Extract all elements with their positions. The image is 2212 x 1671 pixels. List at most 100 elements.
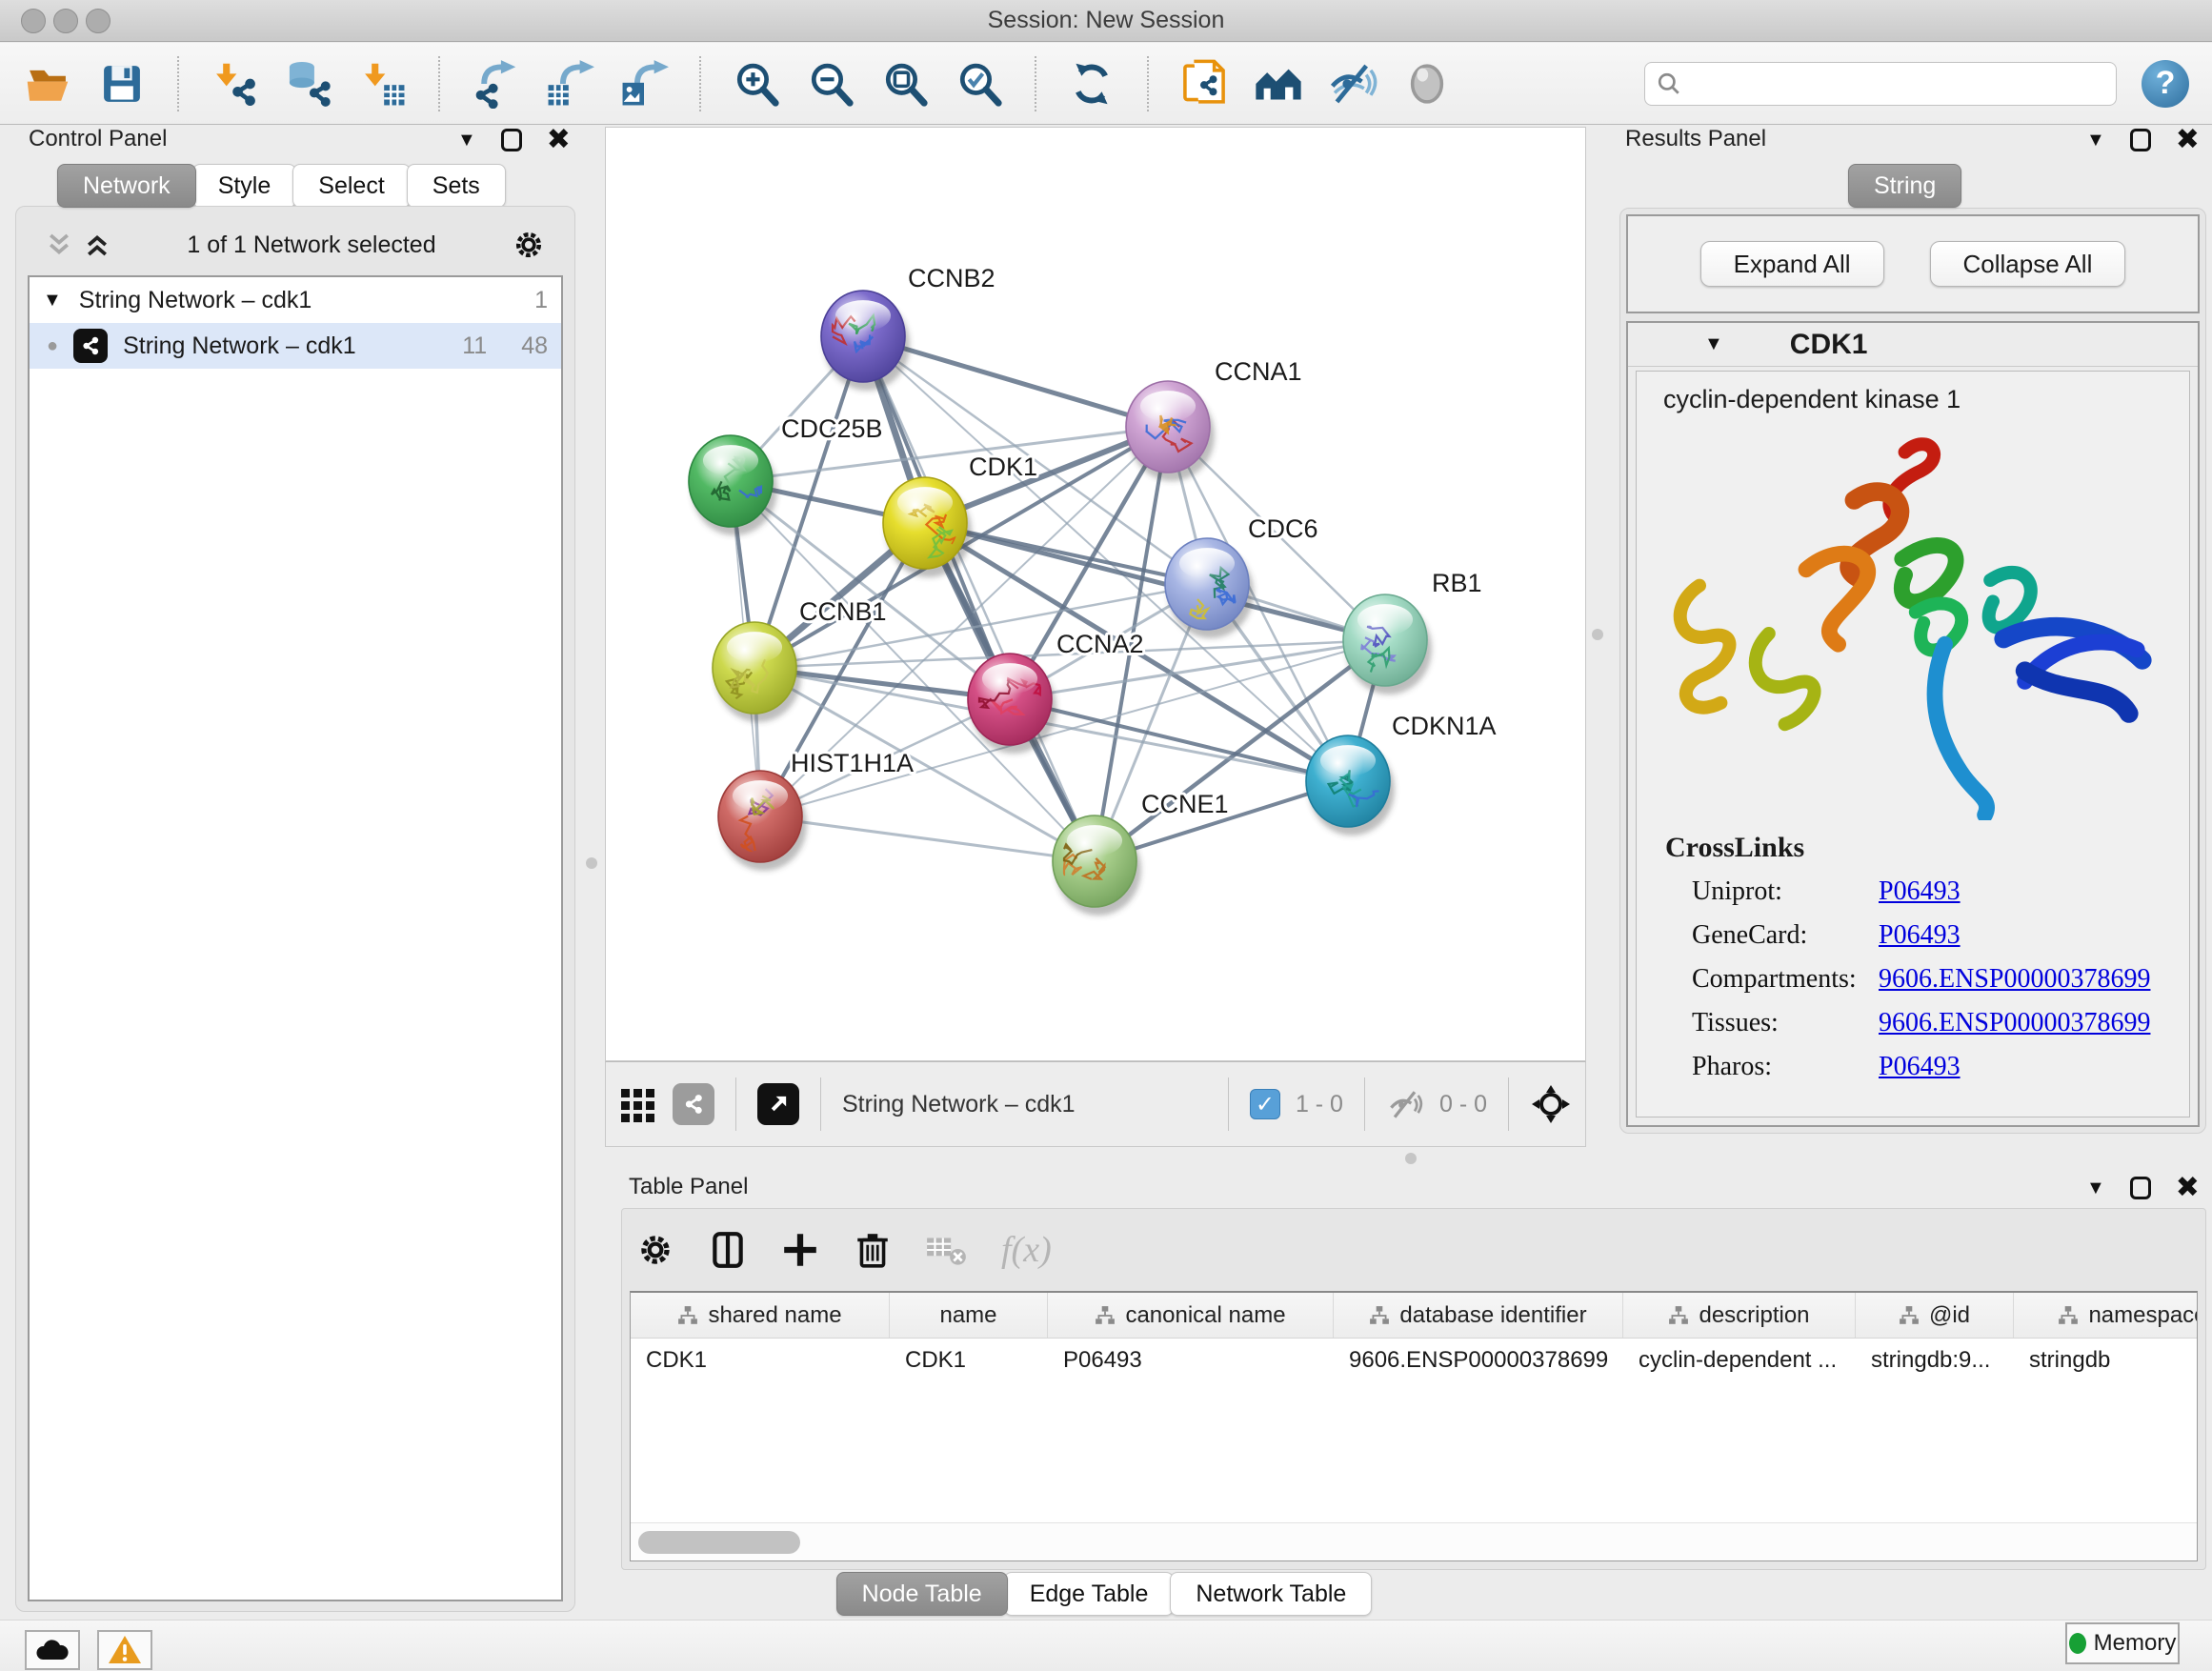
table-cell[interactable]: stringdb:9... — [1856, 1339, 2014, 1382]
create-column-icon[interactable] — [780, 1230, 820, 1270]
collapse-all-button[interactable]: Collapse All — [1930, 241, 2126, 287]
refresh-icon[interactable] — [1067, 59, 1116, 109]
table-row[interactable]: CDK1CDK1P064939606.ENSP00000378699cyclin… — [631, 1339, 2197, 1382]
tab-string[interactable]: String — [1848, 164, 1961, 208]
import-network-file-icon[interactable] — [210, 59, 259, 109]
network-edge[interactable] — [760, 816, 1095, 861]
panel-close-icon[interactable]: ✖ — [547, 126, 571, 154]
panel-menu-icon[interactable]: ▼ — [457, 130, 476, 151]
grid-view-icon[interactable] — [619, 1085, 657, 1123]
new-network-from-selection-icon[interactable] — [1179, 59, 1229, 109]
crosslink-row: Pharos:P06493 — [1637, 1045, 2189, 1089]
network-row-label: String Network – cdk1 — [123, 332, 356, 360]
show-columns-icon[interactable] — [708, 1230, 748, 1270]
birds-eye-view-icon[interactable] — [757, 1083, 799, 1125]
crosslink-link[interactable]: 9606.ENSP00000378699 — [1879, 964, 2150, 995]
node-table[interactable]: shared namenamecanonical namedatabase id… — [630, 1291, 2198, 1561]
panel-float-icon[interactable] — [2130, 129, 2151, 151]
panel-menu-icon[interactable]: ▼ — [2086, 1178, 2105, 1199]
hide-selected-icon[interactable] — [1328, 59, 1377, 109]
collection-expand-icon[interactable]: ▼ — [43, 290, 62, 312]
tab-edge-table[interactable]: Edge Table — [1004, 1572, 1175, 1616]
delete-column-icon[interactable] — [853, 1230, 893, 1270]
panel-close-icon[interactable]: ✖ — [2176, 126, 2200, 154]
warnings-button[interactable] — [97, 1630, 152, 1670]
crosslink-link[interactable]: P06493 — [1879, 1052, 1961, 1082]
first-neighbors-icon[interactable] — [1254, 59, 1303, 109]
open-session-icon[interactable] — [23, 59, 72, 109]
table-cell[interactable]: P06493 — [1048, 1339, 1334, 1382]
right-divider-handle[interactable] — [1592, 629, 1603, 640]
network-overview-icon[interactable] — [673, 1083, 714, 1125]
tab-style[interactable]: Style — [192, 164, 297, 208]
crosslink-link[interactable]: P06493 — [1879, 876, 1961, 907]
network-options-gear-icon[interactable] — [512, 228, 546, 262]
column-header-namespace[interactable]: namespace — [2014, 1293, 2198, 1338]
warning-icon — [108, 1635, 142, 1665]
export-image-icon[interactable] — [619, 59, 669, 109]
hscrollbar-thumb[interactable] — [638, 1531, 800, 1554]
gene-description: cyclin-dependent kinase 1 — [1637, 372, 2189, 414]
search-input[interactable] — [1689, 70, 2104, 97]
crosslink-link[interactable]: P06493 — [1879, 920, 1961, 951]
export-network-icon[interactable] — [471, 59, 520, 109]
table-cell[interactable]: CDK1 — [890, 1339, 1048, 1382]
network-collection-row[interactable]: ▼ String Network – cdk1 1 — [30, 277, 561, 323]
network-canvas[interactable]: CCNB2CCNA1CDC25BCDK1CDC6RB1CCNB1CCNA2CDK… — [605, 127, 1586, 1061]
memory-button[interactable]: Memory — [2065, 1622, 2180, 1664]
network-edge[interactable] — [863, 336, 1095, 861]
panel-float-icon[interactable] — [2130, 1177, 2151, 1199]
tab-select[interactable]: Select — [292, 164, 410, 208]
tab-node-table[interactable]: Node Table — [836, 1572, 1008, 1616]
zoom-out-icon[interactable] — [806, 59, 855, 109]
tab-network[interactable]: Network — [57, 164, 196, 208]
column-header-shared-name[interactable]: shared name — [631, 1293, 890, 1338]
column-header--id[interactable]: @id — [1856, 1293, 2014, 1338]
panel-float-icon[interactable] — [501, 129, 522, 151]
table-header-row: shared namenamecanonical namedatabase id… — [631, 1293, 2197, 1339]
show-all-icon[interactable] — [1402, 59, 1452, 109]
column-header-name[interactable]: name — [890, 1293, 1048, 1338]
gene-name: CDK1 — [1790, 329, 1868, 361]
cloud-button[interactable] — [25, 1630, 80, 1670]
table-hscrollbar[interactable] — [631, 1522, 2197, 1560]
table-cell[interactable]: 9606.ENSP00000378699 — [1334, 1339, 1623, 1382]
crosslink-link[interactable]: 9606.ENSP00000378699 — [1879, 1008, 2150, 1038]
hidden-eye-icon[interactable] — [1386, 1085, 1424, 1123]
column-header-description[interactable]: description — [1623, 1293, 1856, 1338]
help-icon[interactable]: ? — [2142, 60, 2189, 108]
panel-close-icon[interactable]: ✖ — [2176, 1174, 2200, 1202]
network-canvas-svg[interactable]: CCNB2CCNA1CDC25BCDK1CDC6RB1CCNB1CCNA2CDK… — [606, 128, 1585, 1060]
tab-network-table[interactable]: Network Table — [1170, 1572, 1372, 1616]
import-table-icon[interactable] — [358, 59, 408, 109]
expand-all-button[interactable]: Expand All — [1700, 241, 1884, 287]
expand-all-networks-icon[interactable] — [83, 231, 111, 259]
tab-sets[interactable]: Sets — [407, 164, 506, 208]
zoom-fit-icon[interactable] — [880, 59, 930, 109]
table-options-gear-icon[interactable] — [635, 1230, 675, 1270]
control-panel-buttons: ▼ ✖ — [457, 126, 571, 154]
panel-menu-icon[interactable]: ▼ — [2086, 130, 2105, 151]
bottom-divider-handle[interactable] — [1405, 1153, 1417, 1164]
netbar-separator — [1508, 1077, 1509, 1131]
collapse-all-networks-icon[interactable] — [45, 231, 73, 259]
fit-selected-crosshair-icon[interactable] — [1530, 1083, 1572, 1125]
zoom-in-icon[interactable] — [732, 59, 781, 109]
table-cell[interactable]: stringdb — [2014, 1339, 2198, 1382]
toolbar-separator — [438, 56, 440, 111]
results-panel-body: Expand All Collapse All ▼ CDK1 cyclin-de… — [1619, 208, 2206, 1134]
entry-expand-icon[interactable]: ▼ — [1704, 333, 1723, 355]
network-row[interactable]: ● String Network – cdk1 11 48 — [30, 323, 561, 369]
save-session-icon[interactable] — [97, 59, 147, 109]
selected-indicator-checkbox[interactable]: ✓ — [1250, 1089, 1280, 1119]
zoom-selected-icon[interactable] — [955, 59, 1004, 109]
gene-entry-header[interactable]: ▼ CDK1 — [1628, 323, 2198, 367]
column-header-database-identifier[interactable]: database identifier — [1334, 1293, 1623, 1338]
node-gloss — [1140, 391, 1196, 422]
table-cell[interactable]: cyclin-dependent ... — [1623, 1339, 1856, 1382]
import-network-database-icon[interactable] — [284, 59, 333, 109]
export-table-icon[interactable] — [545, 59, 594, 109]
table-cell[interactable]: CDK1 — [631, 1339, 890, 1382]
left-divider-handle[interactable] — [586, 857, 597, 869]
column-header-canonical-name[interactable]: canonical name — [1048, 1293, 1334, 1338]
